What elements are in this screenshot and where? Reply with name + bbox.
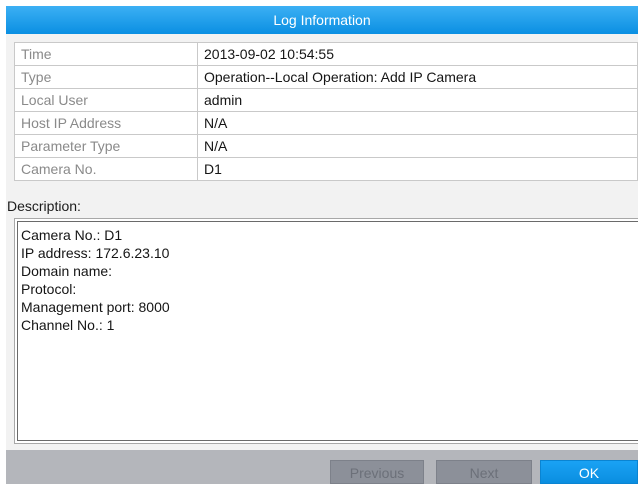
- description-label: Description:: [7, 198, 81, 214]
- dialog-footer: Previous Next OK: [6, 450, 638, 484]
- description-content: Camera No.: D1 IP address: 172.6.23.10 D…: [21, 226, 170, 334]
- parameter-type-label: Parameter Type: [14, 134, 198, 158]
- camera-no-value: D1: [197, 157, 638, 181]
- table-row-parameter-type: Parameter Type N/A: [14, 134, 638, 158]
- description-textarea[interactable]: Camera No.: D1 IP address: 172.6.23.10 D…: [14, 218, 638, 444]
- table-row-local-user: Local User admin: [14, 88, 638, 112]
- type-label: Type: [14, 65, 198, 89]
- table-row-camera-no: Camera No. D1: [14, 157, 638, 181]
- host-ip-label: Host IP Address: [14, 111, 198, 135]
- ok-button[interactable]: OK: [540, 460, 638, 484]
- local-user-value: admin: [197, 88, 638, 112]
- description-line: Domain name:: [21, 263, 113, 279]
- dialog-body: Time 2013-09-02 10:54:55 Type Operation-…: [6, 34, 638, 450]
- time-label: Time: [14, 42, 198, 66]
- table-row-time: Time 2013-09-02 10:54:55: [14, 42, 638, 66]
- description-line: Management port: 8000: [21, 299, 170, 315]
- log-information-dialog: Log Information Time 2013-09-02 10:54:55…: [0, 0, 638, 484]
- description-line: Protocol:: [21, 281, 77, 297]
- type-value: Operation--Local Operation: Add IP Camer…: [197, 65, 638, 89]
- time-value: 2013-09-02 10:54:55: [197, 42, 638, 66]
- parameter-type-value: N/A: [197, 134, 638, 158]
- log-info-table: Time 2013-09-02 10:54:55 Type Operation-…: [14, 42, 638, 181]
- next-button[interactable]: Next: [436, 460, 532, 484]
- camera-no-label: Camera No.: [14, 157, 198, 181]
- table-row-host-ip: Host IP Address N/A: [14, 111, 638, 135]
- description-inner-border: Camera No.: D1 IP address: 172.6.23.10 D…: [17, 221, 638, 441]
- dialog-title: Log Information: [6, 6, 638, 34]
- host-ip-value: N/A: [197, 111, 638, 135]
- description-line: Camera No.: D1: [21, 227, 123, 243]
- description-line: Channel No.: 1: [21, 317, 115, 333]
- table-row-type: Type Operation--Local Operation: Add IP …: [14, 65, 638, 89]
- previous-button[interactable]: Previous: [330, 460, 424, 484]
- description-line: IP address: 172.6.23.10: [21, 245, 170, 261]
- local-user-label: Local User: [14, 88, 198, 112]
